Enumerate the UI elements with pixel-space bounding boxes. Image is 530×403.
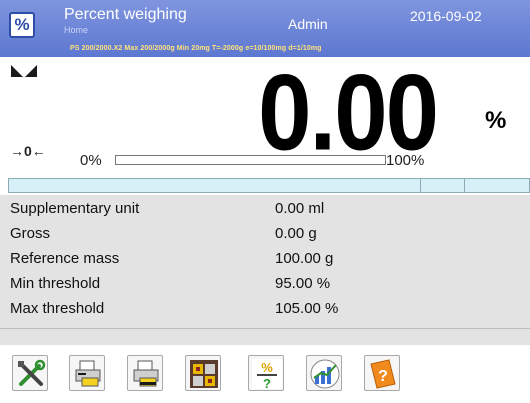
print-button[interactable]	[69, 355, 105, 391]
database-button[interactable]	[185, 355, 221, 391]
percent-mode-icon[interactable]: %	[9, 12, 35, 38]
svg-text:?: ?	[378, 368, 388, 385]
bargraph-max-label: 100%	[386, 152, 425, 169]
scale-spec-line: PS 200/2000.X2 Max 200/2000g Min 20mg T=…	[70, 45, 322, 52]
panel-divider	[0, 328, 530, 329]
help-button[interactable]: ?	[364, 355, 400, 391]
bottom-toolbar: % ? ?	[0, 345, 530, 403]
info-row-value: 0.00 ml	[275, 200, 325, 217]
info-row-label: Gross	[10, 225, 51, 242]
database-icon	[190, 360, 218, 388]
print-footer-icon	[133, 360, 159, 387]
info-row-value: 95.00 %	[275, 275, 331, 292]
logged-user[interactable]: Admin	[288, 16, 328, 32]
info-row-value: 105.00 %	[275, 300, 339, 317]
info-row: Min threshold 95.00 %	[0, 275, 530, 295]
info-row-value: 100.00 g	[275, 250, 334, 267]
percent-weighing-screen: % Percent weighing Home Admin 2016-09-02…	[0, 0, 530, 403]
info-bar	[8, 178, 530, 193]
stability-icon	[11, 65, 37, 77]
statistics-button[interactable]	[306, 355, 342, 391]
help-icon: ?	[370, 359, 396, 389]
header-bar: % Percent weighing Home Admin 2016-09-02…	[0, 0, 530, 57]
info-bar-divider	[464, 179, 465, 192]
print-footer-button[interactable]	[127, 355, 163, 391]
info-row: Reference mass 100.00 g	[0, 250, 530, 270]
percent-reference-icon: % ?	[252, 359, 282, 390]
info-panel: Supplementary unit 0.00 ml Gross 0.00 g …	[0, 195, 530, 345]
info-row-value: 0.00 g	[275, 225, 317, 242]
mode-title: Percent weighing	[64, 6, 187, 23]
info-row-label: Min threshold	[10, 275, 101, 292]
info-row-label: Supplementary unit	[10, 200, 140, 217]
info-bar-divider	[420, 179, 421, 192]
bargraph	[115, 155, 386, 165]
zero-indicator-icon: →0←	[10, 143, 46, 159]
statistics-icon	[310, 359, 340, 389]
tools-button[interactable]	[12, 355, 48, 391]
info-row: Max threshold 105.00 %	[0, 300, 530, 320]
percent-reference-button[interactable]: % ?	[248, 355, 284, 391]
print-icon	[75, 360, 101, 387]
info-row: Gross 0.00 g	[0, 225, 530, 245]
svg-text:?: ?	[263, 376, 271, 390]
weighing-result-area: →0← 0.00 % 0% 100%	[0, 57, 530, 176]
mode-subtitle: Home	[64, 25, 89, 35]
info-row: Supplementary unit 0.00 ml	[0, 200, 530, 220]
bargraph-min-label: 0%	[80, 152, 102, 169]
info-row-label: Max threshold	[10, 300, 105, 317]
tools-icon	[18, 359, 46, 386]
date-display: 2016-09-02	[410, 8, 482, 24]
info-row-label: Reference mass	[10, 250, 120, 267]
svg-text:%: %	[261, 360, 273, 375]
weighing-unit: %	[485, 107, 507, 134]
